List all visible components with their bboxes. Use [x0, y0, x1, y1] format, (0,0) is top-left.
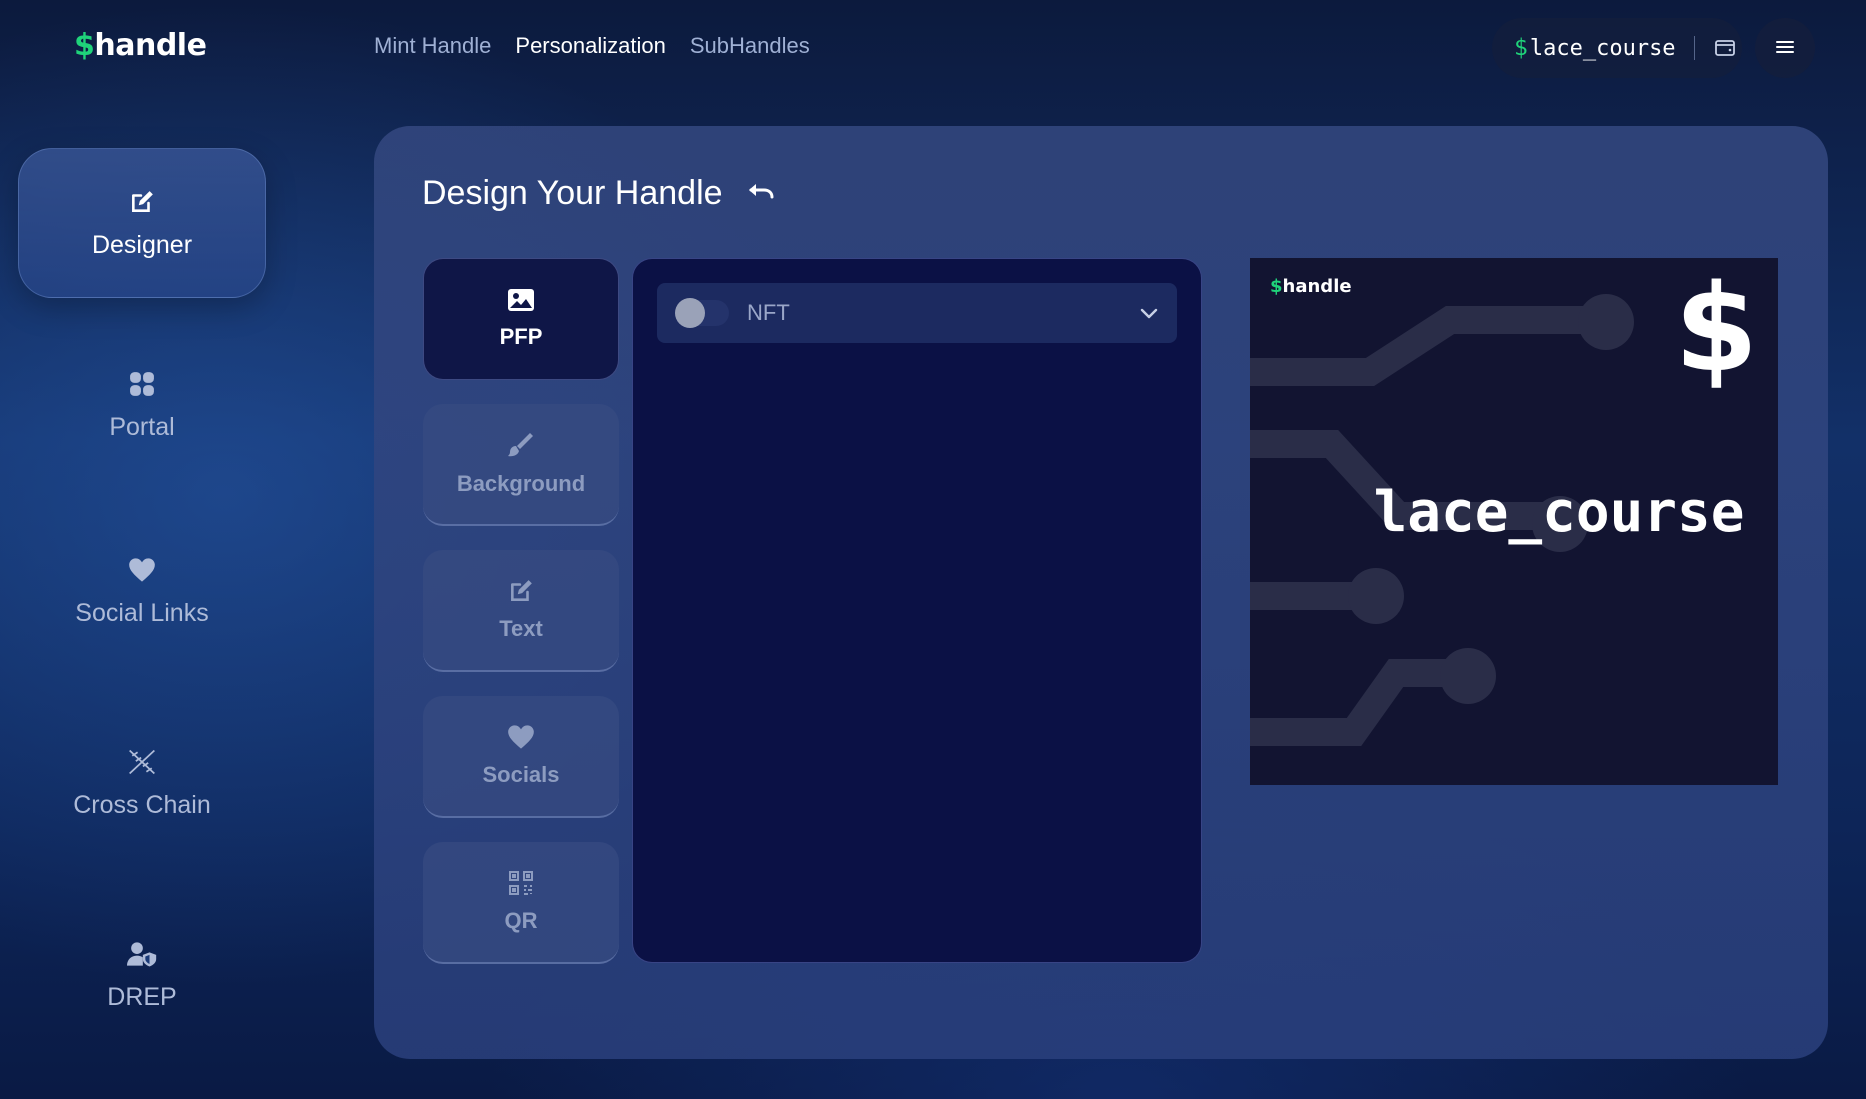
hamburger-icon [1776, 39, 1794, 58]
tab-label: QR [504, 908, 538, 933]
handle-preview: $handle $ lace_course [1250, 258, 1778, 785]
sidebar-item-label: Social Links [75, 598, 209, 627]
qr-icon [508, 870, 534, 900]
preview-logo: $handle [1270, 276, 1352, 297]
tab-label: PFP [499, 324, 543, 349]
tab-label: Background [456, 471, 586, 496]
tab-background[interactable]: Background [423, 404, 619, 526]
sidebar-item-label: Designer [91, 230, 193, 259]
sidebar-item-label: Portal [109, 412, 175, 441]
edit-icon [127, 187, 157, 217]
sidebar-item-portal[interactable]: Portal [18, 330, 266, 480]
wallet-icon[interactable] [1713, 36, 1737, 60]
sidebar-item-social-links[interactable]: Social Links [18, 516, 266, 666]
sidebar-item-drep[interactable]: DREP [18, 900, 266, 1050]
hamburger-menu-button[interactable] [1755, 18, 1815, 78]
tab-socials[interactable]: Socials [423, 696, 619, 818]
logo-text: handle [94, 28, 207, 63]
nav-personalization[interactable]: Personalization [515, 33, 665, 59]
nft-toggle[interactable] [675, 298, 729, 328]
designer-panel: Design Your Handle PFP Background Text S… [374, 126, 1828, 1059]
nft-selector-label: NFT [747, 300, 790, 325]
heart-icon [507, 724, 535, 754]
grid-icon [127, 369, 157, 399]
sidebar-item-designer[interactable]: Designer [18, 148, 266, 298]
preview-handle-name: lace_course [1373, 480, 1745, 545]
preview-logo-text: handle [1282, 276, 1352, 297]
brush-icon [507, 431, 535, 463]
divider [1693, 36, 1695, 60]
nav-subhandles[interactable]: SubHandles [690, 33, 810, 59]
preview-dollar-symbol: $ [1674, 260, 1759, 399]
cross-chain-icon [127, 747, 157, 777]
undo-icon[interactable] [747, 174, 775, 213]
tab-pfp[interactable]: PFP [423, 258, 619, 380]
tab-label: Text [499, 616, 543, 641]
chevron-down-icon[interactable] [1139, 303, 1159, 323]
sidebar-item-cross-chain[interactable]: Cross Chain [18, 708, 266, 858]
preview-logo-dollar: $ [1270, 276, 1283, 297]
nav-mint-handle[interactable]: Mint Handle [374, 33, 491, 59]
account-handle-pill[interactable]: $ lace_course [1492, 18, 1742, 78]
pfp-options-panel: NFT [632, 258, 1202, 963]
edit-icon [508, 578, 534, 608]
heart-icon [127, 555, 157, 585]
handle-dollar: $ [1514, 35, 1528, 61]
sidebar-item-label: Cross Chain [73, 790, 211, 819]
image-icon [507, 288, 535, 316]
tab-text[interactable]: Text [423, 550, 619, 672]
nft-selector[interactable]: NFT [657, 283, 1177, 343]
page-title: Design Your Handle [422, 174, 723, 212]
handle-name: lace_course [1529, 35, 1676, 61]
sidebar-item-label: DREP [107, 982, 177, 1011]
top-nav: Mint Handle Personalization SubHandles [374, 33, 810, 59]
user-shield-icon [127, 939, 157, 969]
panel-title: Design Your Handle [422, 174, 775, 213]
tab-label: Socials [482, 762, 560, 787]
toggle-knob [675, 298, 705, 328]
logo-dollar: $ [74, 28, 95, 63]
tab-qr[interactable]: QR [423, 842, 619, 964]
app-logo[interactable]: $handle [74, 28, 207, 63]
